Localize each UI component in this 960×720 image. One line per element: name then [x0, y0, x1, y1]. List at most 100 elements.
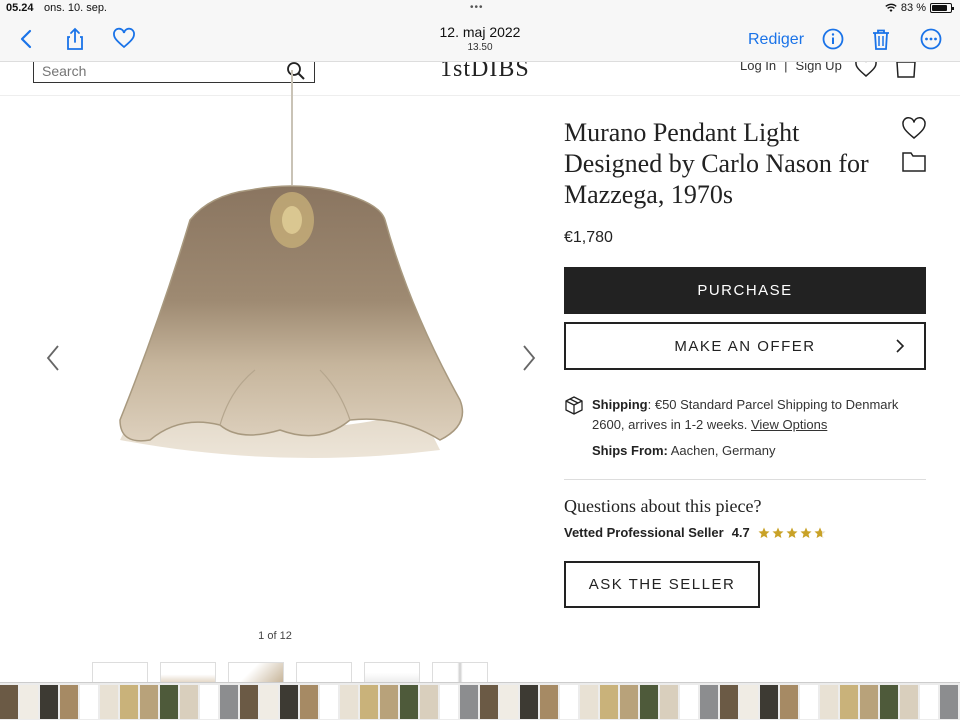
photo-strip-thumbnail[interactable]	[260, 685, 278, 719]
signup-link[interactable]: Sign Up	[796, 62, 842, 73]
shipping-info: Shipping: €50 Standard Parcel Shipping t…	[592, 395, 912, 435]
multitasking-dots[interactable]: •••	[470, 2, 490, 13]
photo-strip-thumbnail[interactable]	[380, 685, 398, 719]
photo-strip-thumbnail[interactable]	[800, 685, 818, 719]
share-icon[interactable]	[62, 26, 88, 52]
status-date: ons. 10. sep.	[44, 2, 107, 14]
photo-strip-thumbnail[interactable]	[480, 685, 498, 719]
gallery-prev-arrow-icon[interactable]	[44, 343, 62, 373]
photo-strip-thumbnail[interactable]	[160, 685, 178, 719]
photo-date-title: 12. maj 2022 13.50	[380, 24, 580, 53]
photo-strip-thumbnail[interactable]	[300, 685, 318, 719]
gallery-next-arrow-icon[interactable]	[520, 343, 538, 373]
more-icon[interactable]	[918, 26, 944, 52]
photo-strip-thumbnail[interactable]	[900, 685, 918, 719]
photo-strip-thumbnail[interactable]	[700, 685, 718, 719]
photo-strip-thumbnail[interactable]	[860, 685, 878, 719]
login-link[interactable]: Log In	[740, 62, 776, 73]
questions-heading: Questions about this piece?	[564, 496, 762, 516]
photo-strip-thumbnail[interactable]	[340, 685, 358, 719]
photo-strip-thumbnail[interactable]	[780, 685, 798, 719]
auth-links: Log In | Sign Up	[740, 62, 842, 73]
photo-strip-thumbnail[interactable]	[200, 685, 218, 719]
thumbnail[interactable]	[296, 662, 352, 682]
status-right: 83 %	[885, 2, 954, 14]
photo-strip-thumbnail[interactable]	[840, 685, 858, 719]
photo-strip-thumbnail[interactable]	[220, 685, 238, 719]
ships-from-label: Ships From:	[592, 443, 668, 458]
photo-strip-thumbnail[interactable]	[500, 685, 518, 719]
photo-strip-thumbnail[interactable]	[540, 685, 558, 719]
photo-time: 13.50	[467, 42, 493, 53]
auth-separator: |	[784, 62, 788, 73]
photo-strip-thumbnail[interactable]	[280, 685, 298, 719]
photo-strip-thumbnail[interactable]	[600, 685, 618, 719]
photo-strip-thumbnail[interactable]	[0, 685, 18, 719]
photo-strip-thumbnail[interactable]	[120, 685, 138, 719]
photo-strip-thumbnail[interactable]	[720, 685, 738, 719]
photo-strip-thumbnail[interactable]	[580, 685, 598, 719]
star-half-icon	[814, 527, 826, 538]
view-options-link[interactable]: View Options	[751, 417, 827, 432]
add-to-folder-icon[interactable]	[902, 150, 926, 172]
shipping-box-icon	[565, 396, 583, 415]
photo-strip-thumbnail[interactable]	[140, 685, 158, 719]
photo-strip-thumbnail[interactable]	[620, 685, 638, 719]
thumbnail[interactable]	[228, 662, 284, 682]
photo-strip-thumbnail[interactable]	[880, 685, 898, 719]
ask-seller-button[interactable]: ASK THE SELLER	[564, 561, 760, 608]
image-counter: 1 of 12	[258, 630, 292, 642]
shopping-bag-icon[interactable]	[893, 62, 919, 78]
favorite-heart-icon[interactable]	[111, 26, 137, 52]
divider	[564, 479, 926, 480]
photo-strip-thumbnail[interactable]	[680, 685, 698, 719]
thumbnail[interactable]	[432, 662, 488, 682]
photo-strip-thumbnail[interactable]	[180, 685, 198, 719]
photo-strip-thumbnail[interactable]	[60, 685, 78, 719]
battery-fill	[932, 5, 947, 11]
photo-strip-thumbnail[interactable]	[820, 685, 838, 719]
star-icon	[758, 527, 770, 538]
trash-icon[interactable]	[868, 26, 894, 52]
product-image-lamp[interactable]	[80, 70, 480, 560]
photo-strip-thumbnail[interactable]	[400, 685, 418, 719]
photo-strip-thumbnail[interactable]	[360, 685, 378, 719]
photo-strip[interactable]	[0, 682, 960, 720]
photo-strip-thumbnail[interactable]	[460, 685, 478, 719]
photo-strip-thumbnail[interactable]	[740, 685, 758, 719]
photo-strip-thumbnail[interactable]	[440, 685, 458, 719]
photo-strip-thumbnail[interactable]	[660, 685, 678, 719]
purchase-button[interactable]: PURCHASE	[564, 267, 926, 314]
photo-strip-thumbnail[interactable]	[640, 685, 658, 719]
thumbnail[interactable]	[364, 662, 420, 682]
edit-button[interactable]: Rediger	[748, 31, 804, 49]
photo-strip-thumbnail[interactable]	[920, 685, 938, 719]
battery-text: 83 %	[900, 2, 926, 14]
seller-rating: 4.7	[731, 525, 750, 540]
photo-strip-thumbnail[interactable]	[80, 685, 98, 719]
photo-strip-thumbnail[interactable]	[420, 685, 438, 719]
photo-strip-thumbnail[interactable]	[520, 685, 538, 719]
star-icon	[772, 527, 784, 538]
photo-strip-thumbnail[interactable]	[240, 685, 258, 719]
back-chevron-icon[interactable]	[14, 26, 40, 52]
save-favorite-heart-icon[interactable]	[901, 116, 927, 140]
info-icon[interactable]	[820, 26, 846, 52]
photo-strip-thumbnail[interactable]	[40, 685, 58, 719]
photo-strip-thumbnail[interactable]	[760, 685, 778, 719]
status-time: 05.24	[6, 2, 34, 14]
photo-strip-thumbnail[interactable]	[320, 685, 338, 719]
thumbnail[interactable]	[160, 662, 216, 682]
make-offer-label: MAKE AN OFFER	[674, 337, 816, 355]
chevron-right-icon	[896, 339, 905, 353]
shipping-label: Shipping	[592, 397, 648, 412]
photo-strip-thumbnail[interactable]	[100, 685, 118, 719]
photo-strip-thumbnail[interactable]	[940, 685, 958, 719]
photo-strip-thumbnail[interactable]	[20, 685, 38, 719]
seller-label: Vetted Professional Seller	[564, 525, 724, 540]
rating-stars	[758, 527, 826, 539]
photo-strip-thumbnail[interactable]	[560, 685, 578, 719]
header-favorites-heart-icon[interactable]	[854, 62, 878, 78]
thumbnail[interactable]	[92, 662, 148, 682]
make-offer-button[interactable]: MAKE AN OFFER	[564, 322, 926, 370]
